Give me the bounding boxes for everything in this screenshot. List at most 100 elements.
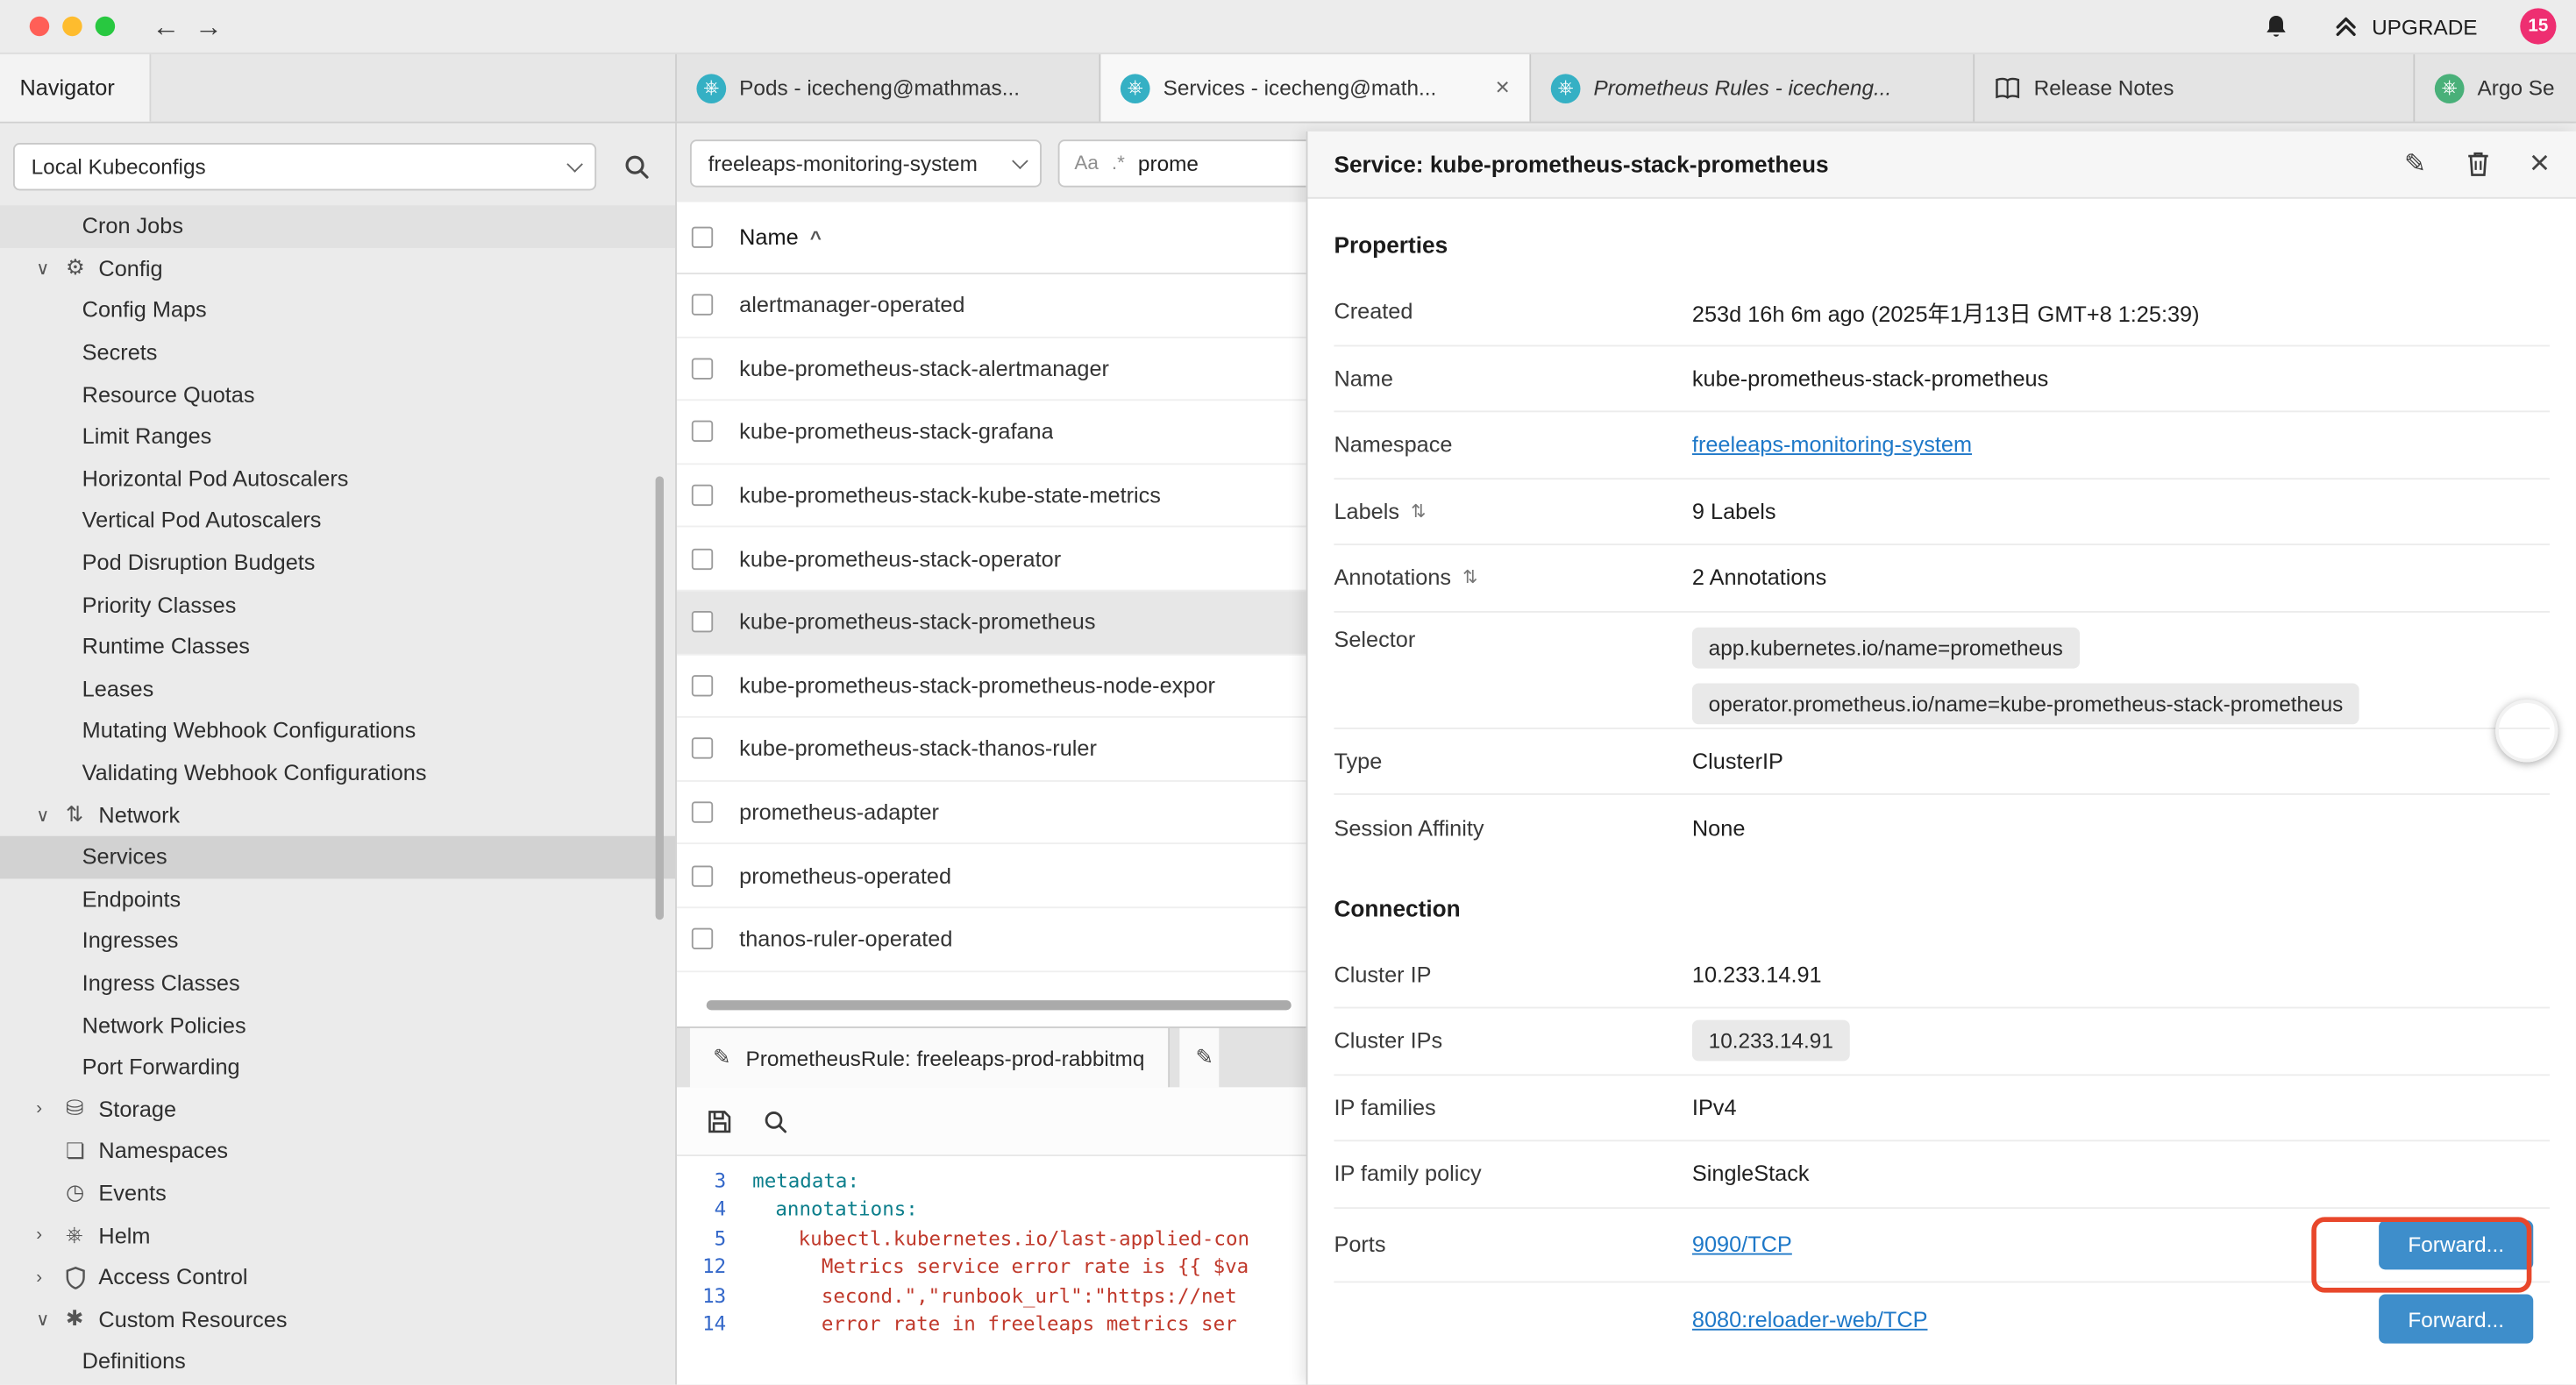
bell-icon[interactable]: [2262, 12, 2290, 40]
port-link-8080-reloader-web[interactable]: 8080:reloader-web/TCP: [1692, 1307, 1928, 1332]
sidebar-item-runtime-classes[interactable]: Runtime Classes: [0, 626, 675, 668]
edit-pencil-icon[interactable]: ✎: [2404, 148, 2426, 181]
editor-search-icon[interactable]: [762, 1108, 788, 1134]
row-checkbox[interactable]: [692, 738, 713, 759]
regex-toggle[interactable]: .*: [1112, 151, 1125, 174]
table-row[interactable]: alertmanager-operated: [677, 274, 1306, 337]
property-row-cluster-ip: Cluster IP 10.233.14.91: [1334, 942, 2550, 1009]
expand-labels-icon[interactable]: ⇅: [1411, 501, 1426, 522]
table-row[interactable]: kube-prometheus-stack-alertmanager: [677, 337, 1306, 401]
sidebar-item-config[interactable]: ∨ ⚙ Config: [0, 247, 675, 289]
sidebar-item-pod-disruption-budgets[interactable]: Pod Disruption Budgets: [0, 542, 675, 584]
shield-icon: [66, 1266, 98, 1289]
table-row[interactable]: kube-prometheus-stack-kube-state-metrics: [677, 465, 1306, 528]
table-row[interactable]: kube-prometheus-stack-prometheus-node-ex…: [677, 655, 1306, 718]
table-row[interactable]: kube-prometheus-stack-thanos-ruler: [677, 718, 1306, 781]
row-checkbox[interactable]: [692, 928, 713, 949]
forward-button[interactable]: Forward...: [2379, 1219, 2533, 1268]
save-icon[interactable]: [707, 1108, 733, 1134]
sidebar-item-cron-jobs[interactable]: Cron Jobs: [0, 205, 675, 247]
chevron-collapsed-icon: ›: [36, 1225, 66, 1245]
sidebar-item-storage[interactable]: › ⛁ Storage: [0, 1088, 675, 1130]
row-checkbox[interactable]: [692, 422, 713, 443]
sidebar-item-helm[interactable]: › ⎈ Helm: [0, 1214, 675, 1256]
sidebar-scrollbar[interactable]: [656, 476, 664, 920]
tab-pods[interactable]: ⎈ Pods - icecheng@mathmas...: [677, 54, 1100, 122]
close-drawer-icon[interactable]: ×: [2530, 145, 2550, 184]
forward-icon[interactable]: →: [188, 12, 231, 40]
sidebar-item-resource-quotas[interactable]: Resource Quotas: [0, 373, 675, 416]
row-checkbox[interactable]: [692, 801, 713, 822]
tab-prometheus-rules[interactable]: ⎈ Prometheus Rules - icecheng...: [1531, 54, 1975, 122]
row-checkbox[interactable]: [692, 358, 713, 379]
back-icon[interactable]: ←: [145, 12, 188, 40]
sidebar-item-endpoints[interactable]: Endpoints: [0, 877, 675, 920]
horizontal-scrollbar[interactable]: [707, 1000, 1292, 1010]
sidebar-item-limit-ranges[interactable]: Limit Ranges: [0, 416, 675, 458]
row-checkbox[interactable]: [692, 612, 713, 633]
sidebar-item-events[interactable]: ◷ Events: [0, 1172, 675, 1214]
property-row-session-affinity: Session Affinity None: [1334, 795, 2550, 862]
line-number: 4: [677, 1197, 746, 1220]
sidebar-item-port-forwarding[interactable]: Port Forwarding: [0, 1046, 675, 1088]
table-row[interactable]: prometheus-adapter: [677, 781, 1306, 844]
sidebar-item-mutating-webhook-configurations[interactable]: Mutating Webhook Configurations: [0, 710, 675, 752]
yaml-editor[interactable]: 3metadata: 4annotations: 5kubectl.kubern…: [677, 1156, 1306, 1384]
sidebar-item-definitions[interactable]: Definitions: [0, 1340, 675, 1382]
dock-tab-next[interactable]: ✎: [1179, 1028, 1219, 1087]
table-row[interactable]: kube-prometheus-stack-operator: [677, 528, 1306, 591]
kubeconfig-select[interactable]: Local Kubeconfigs: [13, 142, 596, 189]
select-all-checkbox[interactable]: [692, 227, 713, 248]
sidebar-item-services[interactable]: Services: [0, 836, 675, 878]
sidebar-search-icon[interactable]: [616, 146, 656, 186]
match-case-toggle[interactable]: Aa: [1074, 151, 1099, 174]
row-checkbox[interactable]: [692, 548, 713, 569]
table-row[interactable]: kube-prometheus-stack-grafana: [677, 401, 1306, 465]
minimize-window-button[interactable]: [62, 17, 82, 36]
close-window-button[interactable]: [30, 17, 49, 36]
column-header-name[interactable]: Name: [739, 225, 798, 250]
tab-release-notes[interactable]: Release Notes: [1975, 54, 2415, 122]
notification-badge[interactable]: 15: [2520, 8, 2556, 44]
table-row[interactable]: prometheus-operated: [677, 845, 1306, 908]
row-checkbox[interactable]: [692, 865, 713, 886]
tab-services[interactable]: ⎈ Services - icecheng@math... ×: [1100, 54, 1531, 122]
avatar[interactable]: [2495, 700, 2558, 762]
sidebar-item-access-control[interactable]: › Access Control: [0, 1256, 675, 1298]
sidebar-item-priority-classes[interactable]: Priority Classes: [0, 584, 675, 626]
sidebar-item-horizontal-pod-autoscalers[interactable]: Horizontal Pod Autoscalers: [0, 458, 675, 500]
sidebar-item-config-maps[interactable]: Config Maps: [0, 289, 675, 331]
row-checkbox[interactable]: [692, 295, 713, 316]
row-checkbox[interactable]: [692, 485, 713, 506]
port-link-9090[interactable]: 9090/TCP: [1692, 1232, 1792, 1256]
sidebar-item-leases[interactable]: Leases: [0, 668, 675, 710]
sidebar-item-namespaces[interactable]: ❏ Namespaces: [0, 1130, 675, 1172]
network-icon: ⇅: [66, 802, 98, 828]
sidebar-item-network[interactable]: ∨ ⇅ Network: [0, 794, 675, 836]
table-row-selected[interactable]: kube-prometheus-stack-prometheus: [677, 591, 1306, 654]
sidebar-item-ingresses[interactable]: Ingresses: [0, 920, 675, 962]
close-tab-icon[interactable]: ×: [1483, 74, 1510, 102]
delete-trash-icon[interactable]: [2466, 151, 2490, 177]
search-input[interactable]: Aa .* prome: [1058, 138, 1306, 186]
sidebar-item-vertical-pod-autoscalers[interactable]: Vertical Pod Autoscalers: [0, 500, 675, 542]
sidebar-item-secrets[interactable]: Secrets: [0, 331, 675, 373]
row-checkbox[interactable]: [692, 675, 713, 696]
storage-icon: ⛁: [66, 1096, 98, 1122]
sidebar-item-network-policies[interactable]: Network Policies: [0, 1004, 675, 1046]
table-row[interactable]: thanos-ruler-operated: [677, 908, 1306, 971]
dock-tab-prometheusrule[interactable]: ✎ PrometheusRule: freeleaps-prod-rabbitm…: [690, 1028, 1170, 1087]
expand-annotations-icon[interactable]: ⇅: [1462, 567, 1477, 588]
editor-dock: ✎ PrometheusRule: freeleaps-prod-rabbitm…: [677, 1026, 1306, 1384]
forward-button[interactable]: Forward...: [2379, 1294, 2533, 1343]
kubernetes-icon: ⎈: [1551, 73, 1581, 103]
sidebar-item-validating-webhook-configurations[interactable]: Validating Webhook Configurations: [0, 752, 675, 794]
namespace-select[interactable]: freeleaps-monitoring-system: [690, 138, 1042, 186]
tab-argo[interactable]: ⎈ Argo Se: [2415, 54, 2576, 122]
sidebar-item-custom-resources[interactable]: ∨ ✱ Custom Resources: [0, 1298, 675, 1340]
sidebar-item-ingress-classes[interactable]: Ingress Classes: [0, 962, 675, 1004]
namespace-link[interactable]: freeleaps-monitoring-system: [1692, 432, 1972, 457]
upgrade-button[interactable]: UPGRADE: [2332, 13, 2477, 39]
zoom-window-button[interactable]: [96, 17, 115, 36]
section-heading-connection: Connection: [1334, 862, 2550, 942]
